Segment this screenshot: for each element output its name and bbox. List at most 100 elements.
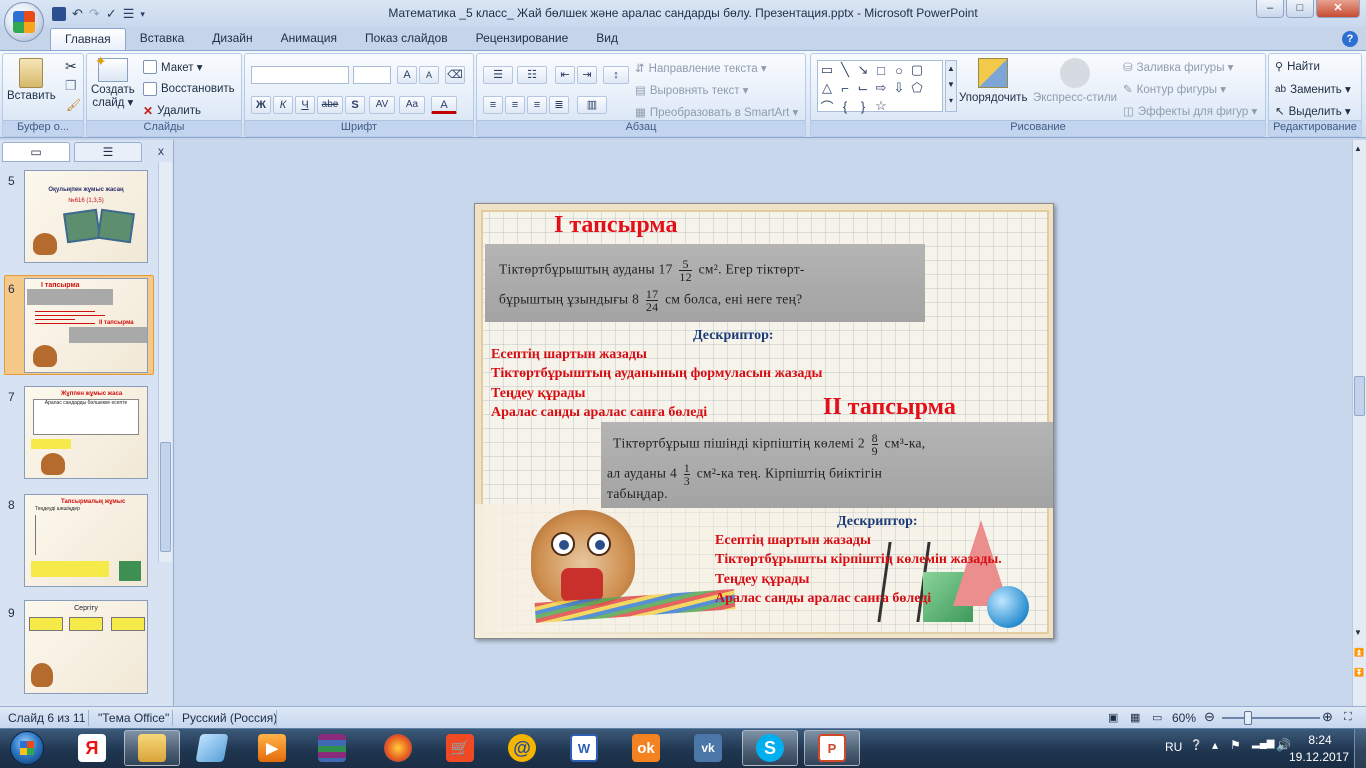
zoom-out-icon[interactable]: ⊖ <box>1204 709 1215 725</box>
outline-tab[interactable]: ☰ <box>74 142 142 162</box>
descriptor2-heading[interactable]: Дескриптор: <box>837 514 918 530</box>
start-button[interactable] <box>2 729 52 767</box>
language-tray[interactable]: RU <box>1165 740 1182 754</box>
main-scroll-thumb[interactable] <box>1354 376 1365 416</box>
network-icon[interactable]: ▂▄▆ <box>1252 738 1274 749</box>
arrow-line-shape-icon[interactable]: ↘ <box>854 61 872 79</box>
connector-shape-icon[interactable]: ⌐ <box>836 79 854 97</box>
slides-tab[interactable]: ▭ <box>2 142 70 162</box>
shape-outline-button[interactable]: ✎ Контур фигуры ▾ <box>1123 82 1226 96</box>
thumbnail-slide-5[interactable]: Оқулықпен жұмыс жасаң №616 (1,3,5) <box>24 170 148 263</box>
shadow-button[interactable]: S <box>345 96 365 114</box>
thumbnail-slide-6[interactable]: І тапсырма ІІ тапсырма <box>24 278 148 373</box>
close-button[interactable]: ✕ <box>1316 0 1360 18</box>
increase-indent-icon[interactable]: ⇥ <box>577 66 597 84</box>
tab-view[interactable]: Вид <box>582 28 632 50</box>
slide-canvas[interactable]: І тапсырма Тіктөртбұрыштың ауданы 17 5 12… <box>474 203 1054 639</box>
task1-title[interactable]: І тапсырма <box>554 212 678 239</box>
help-icon[interactable]: ? <box>1342 31 1358 47</box>
text-direction-button[interactable]: ⇵ Направление текста ▾ <box>635 61 767 75</box>
copy-icon[interactable]: ❐ <box>65 78 77 94</box>
taskbar-vk[interactable]: vk <box>680 730 736 766</box>
char-spacing-button[interactable]: AV <box>369 96 395 114</box>
line-spacing-icon[interactable]: ↕ <box>603 66 629 84</box>
descriptor1-item[interactable]: Есептің шартын жазады <box>491 347 647 363</box>
change-case-button[interactable]: Aa <box>399 96 425 114</box>
taskbar-odnoklassniki[interactable]: ok <box>618 730 674 766</box>
taskbar-notepad[interactable] <box>184 730 240 766</box>
arrange-button[interactable]: Упорядочить <box>959 58 1027 104</box>
descriptor2-item[interactable]: Аралас санды аралас санға бөледі <box>715 591 931 607</box>
oval-shape-icon[interactable]: ○ <box>890 61 908 79</box>
zoom-slider[interactable] <box>1222 711 1320 725</box>
clock-time[interactable]: 8:24 <box>1300 733 1340 747</box>
new-slide-button[interactable]: ✦ Создать слайд ▾ <box>91 54 135 110</box>
font-size-field[interactable] <box>353 66 391 84</box>
shape-fill-button[interactable]: ⛁ Заливка фигуры ▾ <box>1123 60 1233 74</box>
down-arrow-shape-icon[interactable]: ⇩ <box>890 79 908 97</box>
star-shape-icon[interactable]: ☆ <box>872 97 890 115</box>
language-indicator[interactable]: Русский (Россия) <box>182 711 277 725</box>
shape-effects-button[interactable]: ◫ Эффекты для фигур ▾ <box>1123 104 1257 118</box>
zoom-in-icon[interactable]: ⊕ <box>1322 709 1333 725</box>
shapes-more-icon[interactable]: ▲ ▼ ▾ <box>945 60 957 112</box>
prev-slide-icon[interactable]: ⏫ <box>1354 648 1364 657</box>
task1-problem-image[interactable]: Тіктөртбұрыштың ауданы 17 5 12 см². Егер … <box>485 244 925 322</box>
rectangle-shape-icon[interactable]: □ <box>872 61 890 79</box>
shrink-font-button[interactable]: A <box>419 66 439 84</box>
descriptor1-item[interactable]: Аралас санды аралас санға бөледі <box>491 405 707 421</box>
descriptor2-item[interactable]: Есептің шартын жазады <box>715 533 871 549</box>
underline-button[interactable]: Ч <box>295 96 315 114</box>
bold-button[interactable]: Ж <box>251 96 271 114</box>
shapes-gallery[interactable]: ▭ ╲ ↘ □ ○ ▢ △ ⌐ ⌙ ⇨ ⇩ ⬠ ⌒ { } ☆ <box>817 60 943 115</box>
fit-to-window-icon[interactable]: ⛶ <box>1344 711 1352 724</box>
taskbar-media-player[interactable]: ▶ <box>244 730 300 766</box>
columns-icon[interactable]: ▥ <box>577 96 607 114</box>
curve-shape-icon[interactable]: ⌒ <box>818 97 836 115</box>
replace-button[interactable]: ab Заменить ▾ <box>1275 82 1351 97</box>
align-right-icon[interactable]: ≡ <box>527 96 547 114</box>
maximize-button[interactable]: □ <box>1286 0 1314 18</box>
zoom-level[interactable]: 60% <box>1172 711 1196 725</box>
descriptor1-item[interactable]: Теңдеу құрады <box>491 386 585 402</box>
reset-button[interactable]: Восстановить <box>143 82 235 96</box>
smartart-button[interactable]: ▦ Преобразовать в SmartArt ▾ <box>635 105 798 119</box>
descriptor2-item[interactable]: Теңдеу құрады <box>715 572 809 588</box>
taskbar-powerpoint[interactable]: P <box>804 730 860 766</box>
slideshow-icon[interactable]: ▭ <box>1152 711 1162 724</box>
thumbnail-slide-8[interactable]: Тапсырмалық жұмыс Теңдеуді шешіңдер <box>24 494 148 587</box>
layout-button[interactable]: Макет ▾ <box>143 60 203 74</box>
brace-right-shape-icon[interactable]: } <box>854 97 872 115</box>
next-slide-icon[interactable]: ⏬ <box>1354 668 1364 677</box>
rounded-rect-shape-icon[interactable]: ▢ <box>908 61 926 79</box>
taskbar-yandex-browser[interactable]: Я <box>64 730 120 766</box>
normal-view-icon[interactable]: ▣ <box>1108 711 1118 724</box>
select-button[interactable]: ↖ Выделить ▾ <box>1275 104 1351 118</box>
taskbar-word[interactable]: W <box>556 730 612 766</box>
pane-scrollbar[interactable] <box>158 162 172 562</box>
tab-insert[interactable]: Вставка <box>126 28 199 50</box>
clear-format-icon[interactable]: ⌫ <box>445 66 465 84</box>
flowchart-shape-icon[interactable]: ⬠ <box>908 79 926 97</box>
font-family-field[interactable] <box>251 66 349 84</box>
task2-title[interactable]: ІІ тапсырма <box>823 394 956 421</box>
thumbnail-slide-9[interactable]: Сергіту <box>24 600 148 694</box>
line-shape-icon[interactable]: ╲ <box>836 61 854 79</box>
elbow-shape-icon[interactable]: ⌙ <box>854 79 872 97</box>
align-center-icon[interactable]: ≡ <box>505 96 525 114</box>
descriptor2-item[interactable]: Тіктөртбұрышты кірпіштің көлемін жазады. <box>715 552 1002 568</box>
slide-sorter-icon[interactable]: ▦ <box>1130 711 1140 724</box>
descriptor1-item[interactable]: Тіктөртбұрыштың ауданының формуласын жаз… <box>491 366 822 382</box>
show-hidden-icons-icon[interactable]: ▴ <box>1212 738 1218 752</box>
taskbar-yandex-market[interactable]: 🛒 <box>432 730 488 766</box>
tab-review[interactable]: Рецензирование <box>462 28 583 50</box>
align-text-button[interactable]: ▤ Выровнять текст ▾ <box>635 83 748 97</box>
taskbar-email[interactable]: @ <box>494 730 550 766</box>
grow-font-button[interactable]: A <box>397 66 417 84</box>
taskbar-winrar[interactable] <box>304 730 360 766</box>
format-painter-icon[interactable]: 🖌 <box>66 98 81 112</box>
taskbar-skype[interactable]: S <box>742 730 798 766</box>
main-scrollbar[interactable]: ▲ ▼ ⏫ ⏬ <box>1352 140 1366 706</box>
strikethrough-button[interactable]: abe <box>317 96 343 114</box>
decrease-indent-icon[interactable]: ⇤ <box>555 66 575 84</box>
